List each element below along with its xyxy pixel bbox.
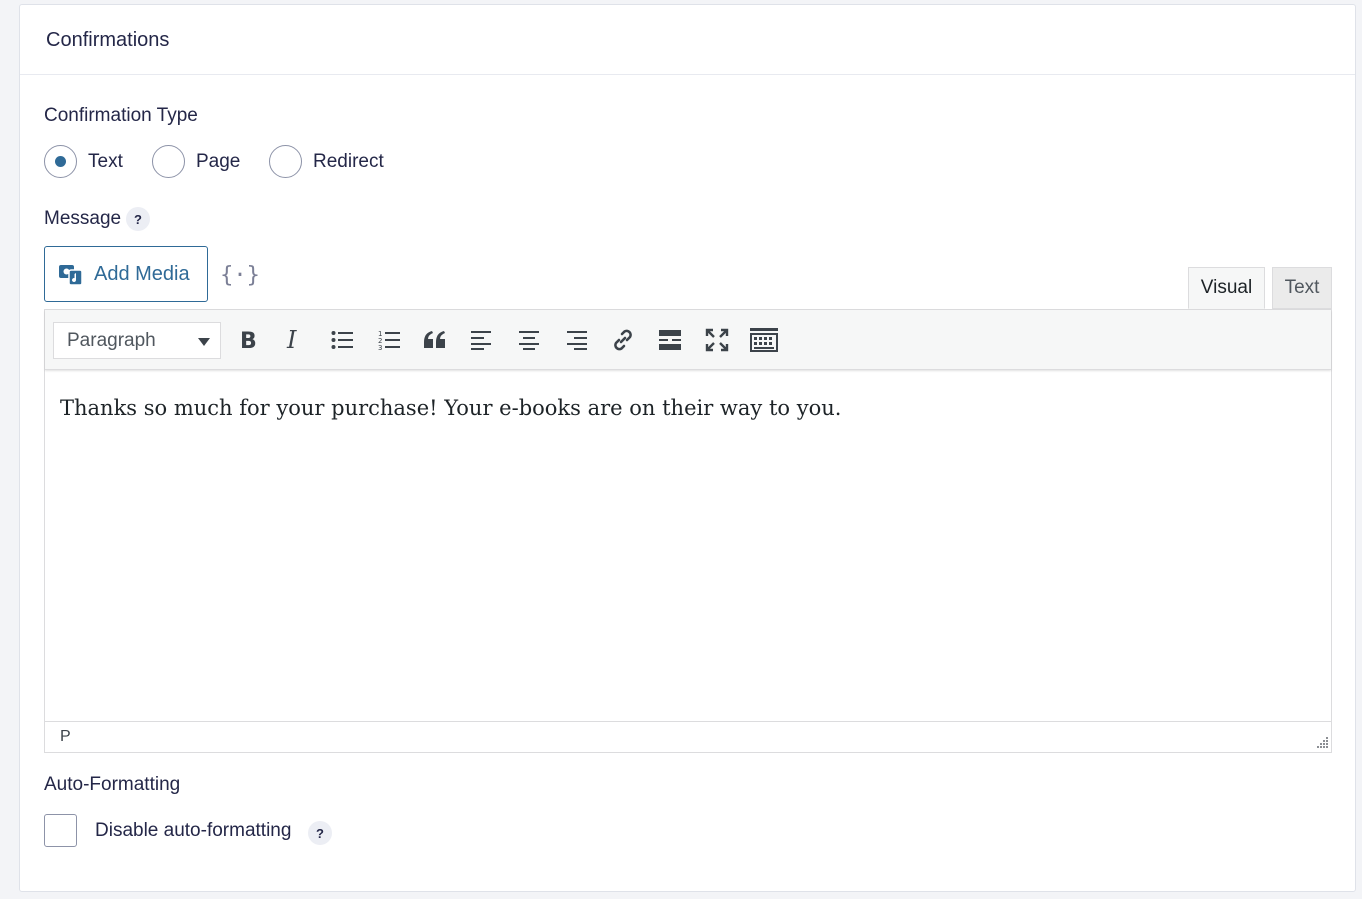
media-icon	[59, 265, 83, 286]
disable-auto-formatting-label[interactable]: Disable auto-formatting	[95, 820, 291, 842]
radio-text-label[interactable]: Text	[88, 151, 123, 173]
radio-text[interactable]	[44, 145, 77, 178]
radio-redirect-label[interactable]: Redirect	[313, 151, 384, 173]
add-media-label: Add Media	[94, 262, 190, 285]
link-icon[interactable]	[607, 324, 639, 356]
element-path[interactable]: P	[60, 728, 71, 746]
radio-page-label[interactable]: Page	[196, 151, 240, 173]
fullscreen-icon[interactable]	[701, 324, 733, 356]
card-header: Confirmations	[20, 5, 1355, 75]
svg-text:3: 3	[378, 344, 382, 351]
card-title: Confirmations	[46, 29, 170, 51]
format-select-value: Paragraph	[67, 329, 156, 351]
tab-visual[interactable]: Visual	[1188, 267, 1265, 309]
resize-handle-icon[interactable]	[1314, 735, 1328, 749]
bold-icon[interactable]: B	[232, 324, 264, 356]
confirmation-type-label: Confirmation Type	[44, 105, 198, 126]
align-center-icon[interactable]	[513, 324, 545, 356]
confirmations-card: Confirmations Confirmation Type Text Pag…	[19, 4, 1356, 892]
auto-formatting-help-icon[interactable]: ?	[308, 821, 332, 845]
italic-icon[interactable]: I	[278, 324, 310, 356]
read-more-icon[interactable]	[654, 324, 686, 356]
auto-formatting-label: Auto-Formatting	[44, 774, 181, 795]
svg-text:B: B	[240, 329, 257, 351]
add-media-button[interactable]: Add Media	[44, 246, 208, 302]
svg-text:I: I	[286, 329, 297, 351]
toolbar-toggle-icon[interactable]	[748, 324, 780, 356]
align-left-icon[interactable]	[466, 324, 498, 356]
tab-text[interactable]: Text	[1272, 267, 1332, 309]
format-select[interactable]: Paragraph	[53, 322, 221, 359]
blockquote-icon[interactable]	[419, 324, 451, 356]
align-right-icon[interactable]	[560, 324, 592, 356]
editor-content[interactable]: Thanks so much for your purchase! Your e…	[60, 396, 841, 420]
radio-page[interactable]	[152, 145, 185, 178]
message-help-icon[interactable]: ?	[126, 207, 150, 231]
message-editor: Paragraph B I 1 2 3 Thanks so much for y…	[44, 309, 1332, 753]
chevron-down-icon	[198, 338, 210, 346]
bullet-list-icon[interactable]	[326, 324, 358, 356]
editor-statusbar: P	[45, 721, 1331, 752]
numbered-list-icon[interactable]: 1 2 3	[373, 324, 405, 356]
merge-tags-icon[interactable]: {·}	[220, 260, 260, 290]
editor-toolbar: Paragraph B I 1 2 3	[45, 310, 1331, 370]
message-label: Message	[44, 208, 122, 229]
disable-auto-formatting-checkbox[interactable]	[44, 814, 77, 847]
radio-redirect[interactable]	[269, 145, 302, 178]
